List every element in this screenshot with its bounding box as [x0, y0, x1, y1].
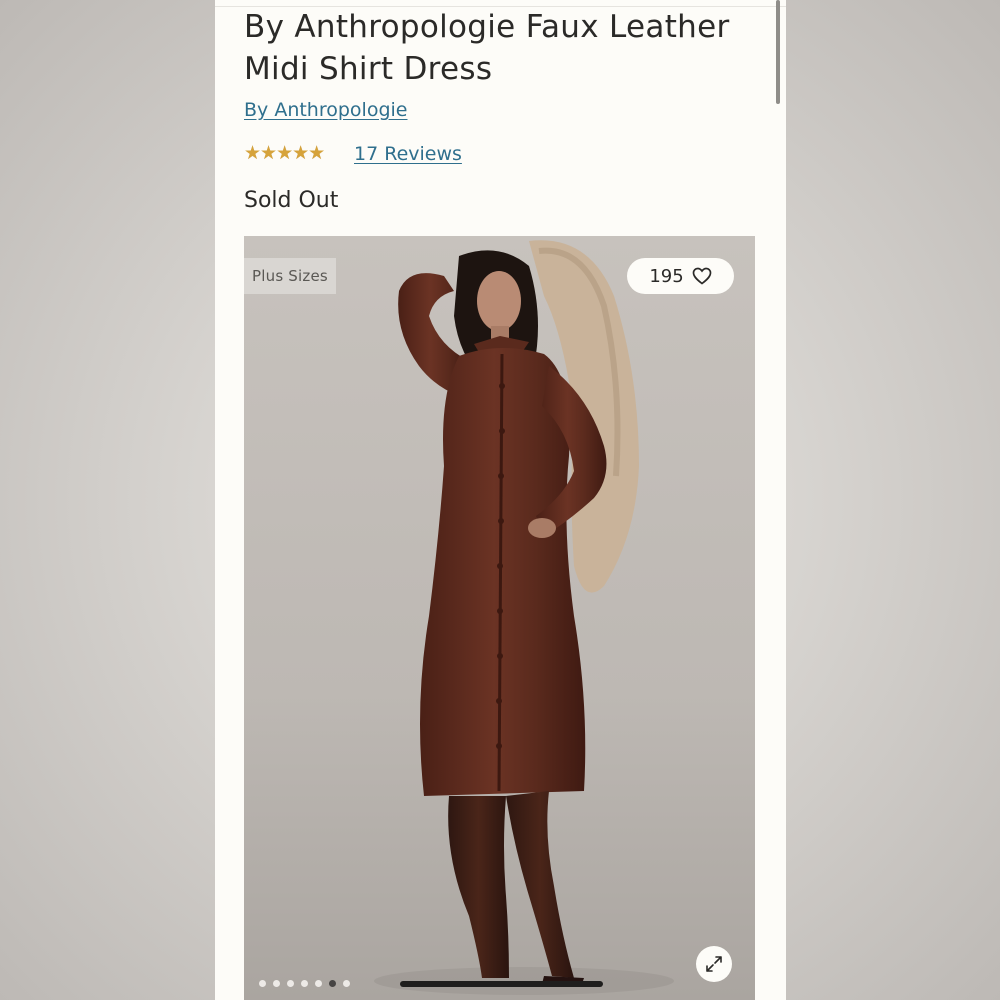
product-image-gallery[interactable]: Plus Sizes 195 — [244, 236, 755, 1000]
scrollbar[interactable] — [776, 0, 780, 104]
plus-sizes-tag: Plus Sizes — [244, 258, 336, 294]
heart-icon — [692, 267, 712, 285]
favorite-count: 195 — [649, 265, 684, 287]
availability-status: Sold Out — [244, 188, 339, 213]
reviews-link[interactable]: 17 Reviews — [354, 143, 462, 165]
gallery-dot[interactable] — [315, 980, 322, 987]
gallery-dot[interactable] — [259, 980, 266, 987]
gallery-dot[interactable] — [343, 980, 350, 987]
star-rating: ★★★★★ ★★★★★ — [244, 142, 340, 164]
product-page: By Anthropologie Faux Leather Midi Shirt… — [215, 0, 786, 1000]
product-photo — [374, 240, 674, 995]
star-rating-filled-icon: ★★★★★ — [244, 142, 325, 164]
brand-link[interactable]: By Anthropologie — [244, 99, 408, 121]
rating-row: ★★★★★ ★★★★★ 17 Reviews — [244, 141, 462, 167]
gallery-dot[interactable] — [273, 980, 280, 987]
gallery-pagination — [259, 980, 350, 987]
product-title: By Anthropologie Faux Leather Midi Shirt… — [244, 9, 730, 87]
expand-icon — [706, 956, 722, 972]
gallery-dot[interactable] — [301, 980, 308, 987]
gallery-dot[interactable] — [287, 980, 294, 987]
favorite-button[interactable]: 195 — [627, 258, 734, 294]
expand-image-button[interactable] — [696, 946, 732, 982]
home-indicator — [400, 981, 603, 987]
gallery-dot[interactable] — [329, 980, 336, 987]
